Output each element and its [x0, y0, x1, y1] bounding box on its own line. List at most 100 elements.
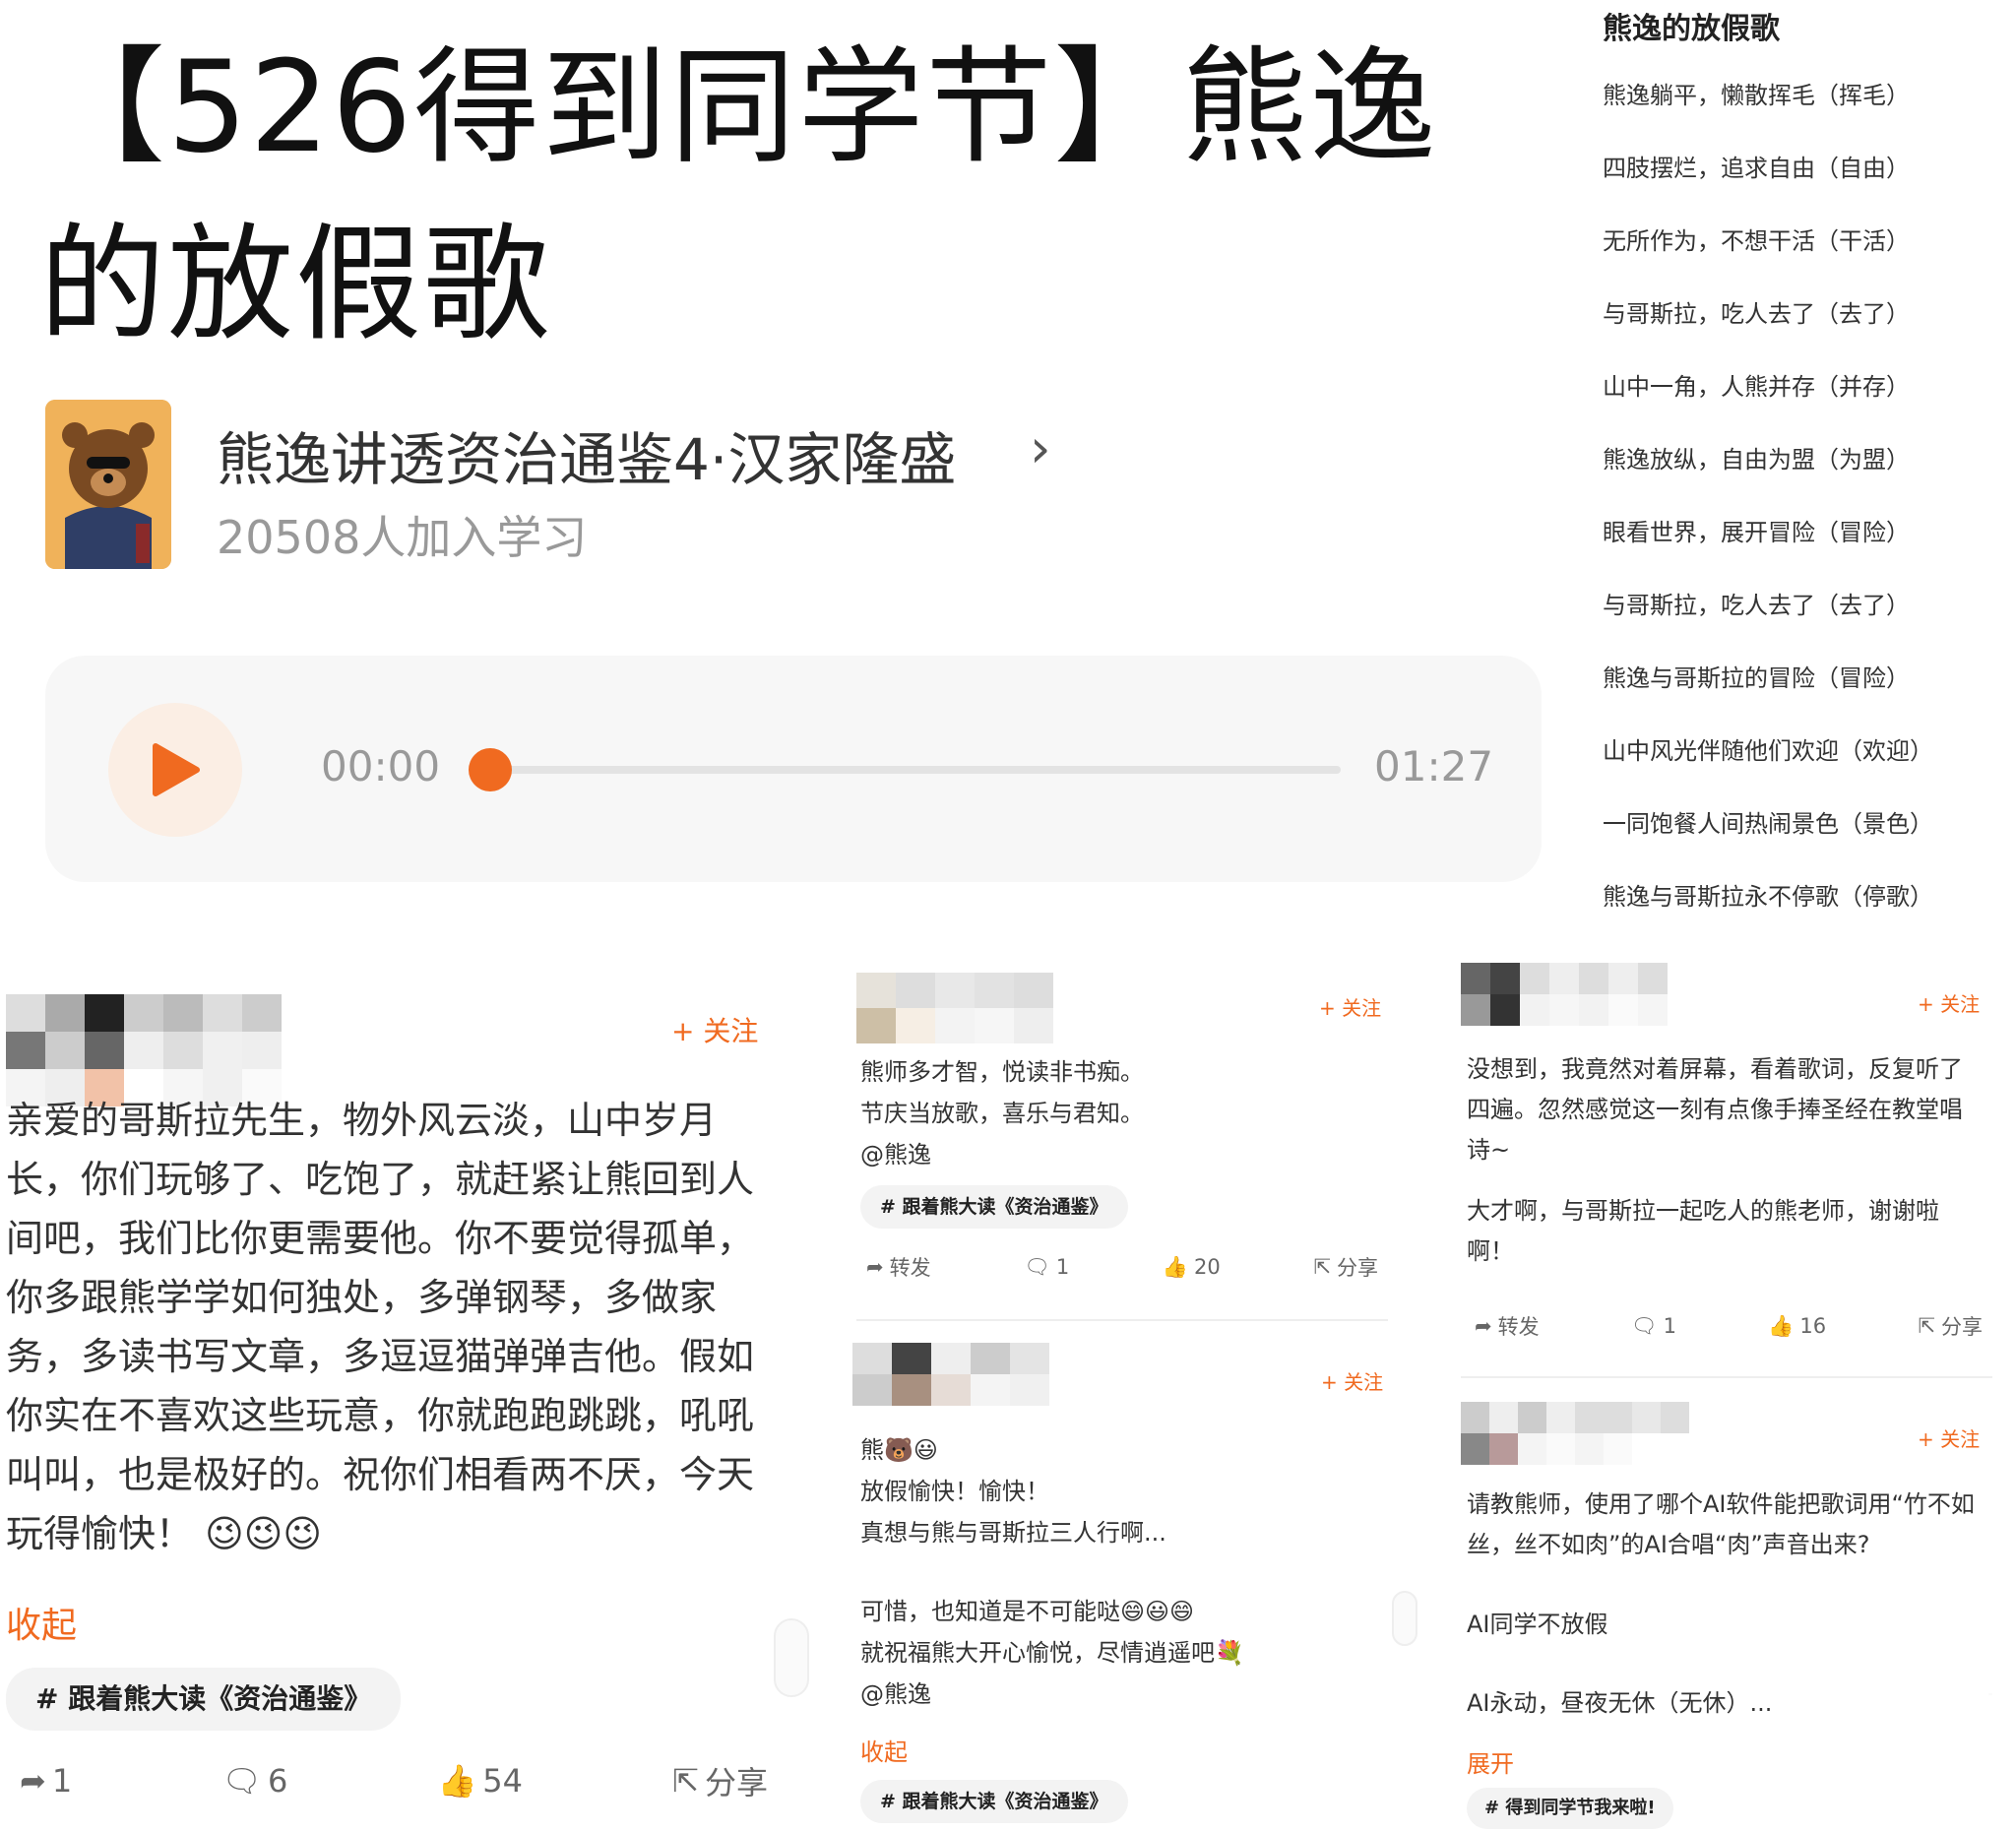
comment-text-2: AI同学不放假: [1467, 1611, 1608, 1638]
collapse-link[interactable]: 收起: [6, 1597, 77, 1648]
lyrics-panel: 熊逸的放假歌 熊逸躺平，懒散挥毛（挥毛） 四肢摆烂，追求自由（自由） 无所作为，不想…: [1603, 0, 2016, 933]
comment-text-2: 可惜，也知道是不可能哒😄😃😄 就祝福熊大开心愉悦，尽情逍遥吧💐 @熊逸: [860, 1591, 1412, 1715]
comment-line[interactable]: @熊逸: [860, 1134, 1392, 1175]
share-button[interactable]: ⇱ 分享: [1313, 1252, 1378, 1282]
total-time: 01:27: [1374, 742, 1494, 790]
progress-knob[interactable]: [469, 748, 512, 791]
comment-card-2: + 关注 熊师多才智，悦读非书痴。 节庆当放歌，喜乐与君知。 @熊逸 # 跟着熊大读…: [856, 965, 1408, 1321]
collapse-link[interactable]: 收起: [860, 1733, 908, 1767]
comment-card-1: + 关注 亲爱的哥斯拉先生，物外风云淡，山中岁月长，你们玩够了、吃饱了，就赶紧让…: [0, 965, 809, 1833]
page-title: 【526得到同学节】熊逸的放假歌: [39, 34, 1438, 358]
course-cover: [45, 400, 171, 569]
share-button[interactable]: ⇱ 分享: [1918, 1311, 1983, 1341]
avatar[interactable]: [856, 973, 1053, 1043]
lyric-line: 与哥斯拉，吃人去了（去了）: [1603, 300, 1910, 328]
lyric-line: 熊逸放纵，自由为盟（为盟）: [1603, 446, 1910, 474]
audio-player: 00:00 01:27: [45, 656, 1542, 882]
repost-button[interactable]: ➦ 转发: [1475, 1311, 1540, 1341]
divider: [1461, 1376, 1992, 1378]
like-button[interactable]: 👍 16: [1768, 1311, 1826, 1341]
share-button[interactable]: ⇱ 分享: [672, 1758, 768, 1803]
thumbs-up-icon: 👍: [437, 1762, 477, 1800]
share-arrow-icon: ➦: [1475, 1314, 1492, 1338]
avatar[interactable]: [1461, 1402, 1689, 1465]
thumbs-up-icon: 👍: [1162, 1254, 1189, 1279]
topic-tag[interactable]: # 跟着熊大读《资治通鉴》: [860, 1185, 1128, 1229]
follow-button[interactable]: + 关注: [1918, 1423, 1980, 1452]
lyric-line: 四肢摆烂，追求自由（自由）: [1603, 155, 1910, 182]
current-time: 00:00: [321, 742, 441, 790]
avatar[interactable]: [852, 1343, 1049, 1406]
comment-icon: 🗨: [1630, 1313, 1658, 1338]
expand-link[interactable]: 展开: [1467, 1744, 1514, 1779]
avatar[interactable]: [1461, 963, 1668, 1026]
comment-text-2: 大才啊，与哥斯拉一起吃人的熊老师，谢谢啦啊！: [1467, 1197, 1939, 1265]
comment-line[interactable]: @熊逸: [860, 1674, 1412, 1715]
scroll-indicator: [1988, 1693, 1992, 1695]
comment-line: 熊师多才智，悦读非书痴。: [860, 1058, 1144, 1086]
comment-text: 熊🐻😃 放假愉快！愉快！ 真想与熊与哥斯拉三人行啊...: [860, 1429, 1412, 1553]
comment-text-3: AI永动，昼夜无休（无休）...: [1467, 1689, 1773, 1717]
comment-text: 熊师多才智，悦读非书痴。 节庆当放歌，喜乐与君知。 @熊逸: [860, 1051, 1392, 1175]
scroll-indicator[interactable]: [774, 1618, 809, 1697]
play-icon: [153, 743, 200, 796]
external-share-icon: ⇱: [1313, 1255, 1331, 1279]
share-arrow-icon: ➦: [866, 1255, 884, 1279]
topic-tag[interactable]: # 得到同学节我来啦!: [1467, 1788, 1673, 1829]
comment-button[interactable]: 🗨 6: [221, 1758, 287, 1803]
lyrics-title: 熊逸的放假歌: [1603, 12, 1780, 46]
course-title[interactable]: 熊逸讲透资治通鉴4·汉家隆盛: [217, 413, 956, 496]
like-button[interactable]: 👍 20: [1163, 1252, 1221, 1282]
comment-text: 亲爱的哥斯拉先生，物外风云淡，山中岁月长，你们玩够了、吃饱了，就赶紧让熊回到人间…: [6, 1099, 755, 1555]
comment-button[interactable]: 🗨 1: [1024, 1252, 1069, 1282]
comment-line: 可惜，也知道是不可能哒😄😃😄: [860, 1598, 1195, 1625]
follow-button[interactable]: + 关注: [1321, 1366, 1383, 1395]
comment-line: 节庆当放歌，喜乐与君知。: [860, 1100, 1144, 1127]
comment-card-4: + 关注 熊🐻😃 放假愉快！愉快！ 真想与熊与哥斯拉三人行啊... 可惜，也知道是不…: [852, 1339, 1423, 1833]
comment-text: 请教熊师，使用了哪个AI软件能把歌词用“竹不如丝，丝不如肉”的AI合唱“肉”声音…: [1467, 1490, 1975, 1558]
follow-button[interactable]: + 关注: [1918, 988, 1980, 1017]
comment-icon: 🗨: [221, 1762, 262, 1800]
lyric-line: 山中一角，人熊并存（并存）: [1603, 373, 1910, 401]
comment-line: 放假愉快！愉快！: [860, 1478, 1049, 1505]
chevron-right-icon[interactable]: ›: [1030, 417, 1051, 479]
lyric-line: 熊逸与哥斯拉永不停歌（停歌）: [1603, 883, 1933, 911]
course-row[interactable]: 熊逸讲透资治通鉴4·汉家隆盛 › 20508人加入学习: [45, 400, 1128, 569]
comment-line: 真想与熊与哥斯拉三人行啊...: [860, 1519, 1166, 1547]
lyric-line: 一同饱餐人间热闹景色（景色）: [1603, 810, 1933, 838]
lyric-line: 山中风光伴随他们欢迎（欢迎）: [1603, 737, 1933, 765]
comment-text: 没想到，我竟然对着屏幕，看着歌词，反复听了四遍。忽然感觉这一刻有点像手捧圣经在教…: [1467, 1055, 1963, 1164]
comment-line: 熊🐻😃: [860, 1436, 938, 1464]
progress-track[interactable]: [488, 766, 1341, 774]
share-arrow-icon: ➦: [20, 1762, 46, 1800]
lyric-line: 与哥斯拉，吃人去了（去了）: [1603, 592, 1910, 619]
scroll-indicator[interactable]: [1392, 1591, 1418, 1646]
topic-tag[interactable]: # 跟着熊大读《资治通鉴》: [6, 1668, 402, 1731]
follow-button[interactable]: + 关注: [671, 1010, 758, 1049]
action-bar: ➦ 转发 🗨 1 👍 16 ⇱ 分享: [1475, 1311, 1983, 1341]
lyric-line: 熊逸与哥斯拉的冒险（冒险）: [1603, 664, 1910, 692]
like-button[interactable]: 👍 54: [437, 1758, 523, 1803]
comment-button[interactable]: 🗨 1: [1631, 1311, 1676, 1341]
lyrics-list: 熊逸躺平，懒散挥毛（挥毛） 四肢摆烂，追求自由（自由） 无所作为，不想干活（干活） 与…: [1603, 59, 2016, 933]
play-button[interactable]: [108, 703, 242, 837]
follow-button[interactable]: + 关注: [1319, 992, 1381, 1021]
lyric-line: 无所作为，不想干活（干活）: [1603, 227, 1910, 255]
divider: [856, 1319, 1388, 1321]
comment-line: 就祝福熊大开心愉悦，尽情逍遥吧💐: [860, 1639, 1244, 1667]
comment-card-3: + 关注 没想到，我竟然对着屏幕，看着歌词，反复听了四遍。忽然感觉这一刻有点像手…: [1461, 963, 1992, 1378]
course-learner-count: 20508人加入学习: [217, 511, 588, 564]
comment-card-5: + 关注 请教熊师，使用了哪个AI软件能把歌词用“竹不如丝，丝不如肉”的AI合唱…: [1461, 1398, 1992, 1833]
action-bar: ➦ 1 🗨 6 👍 54 ⇱ 分享: [20, 1758, 768, 1803]
topic-tag[interactable]: # 跟着熊大读《资治通鉴》: [860, 1780, 1128, 1823]
thumbs-up-icon: 👍: [1768, 1313, 1795, 1338]
lyric-line: 眼看世界，展开冒险（冒险）: [1603, 519, 1910, 546]
repost-button[interactable]: ➦ 1: [20, 1758, 72, 1803]
comment-icon: 🗨: [1024, 1254, 1050, 1279]
action-bar: ➦ 转发 🗨 1 👍 20 ⇱ 分享: [866, 1252, 1378, 1282]
external-share-icon: ⇱: [672, 1762, 699, 1800]
external-share-icon: ⇱: [1918, 1314, 1935, 1338]
emoji-wink: 😉😉😉: [205, 1512, 322, 1555]
lyric-line: 熊逸躺平，懒散挥毛（挥毛）: [1603, 82, 1910, 109]
repost-button[interactable]: ➦ 转发: [866, 1252, 931, 1282]
